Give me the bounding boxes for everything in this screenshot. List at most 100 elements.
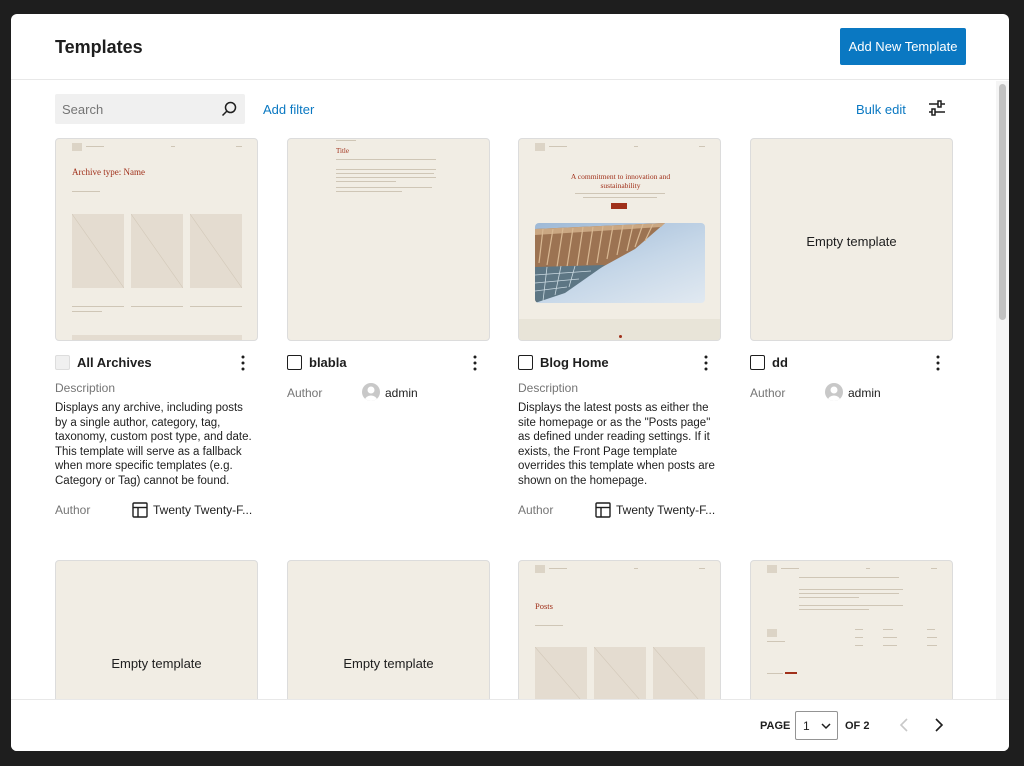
preview-text — [336, 169, 436, 170]
preview-footer-text — [883, 629, 893, 630]
card-title-row: Blog Home — [518, 353, 721, 373]
more-actions-icon[interactable] — [472, 354, 478, 372]
preview-site-title — [86, 146, 104, 147]
preview-footer-text — [767, 673, 783, 674]
search-icon[interactable] — [221, 101, 237, 117]
preview-site-title — [781, 568, 799, 569]
preview-footer-text — [927, 645, 937, 646]
view-options-icon[interactable] — [928, 99, 946, 117]
preview-site-logo — [535, 565, 545, 573]
theme-layout-icon — [132, 502, 148, 518]
description-label: Description — [55, 381, 116, 395]
preview-nav — [699, 568, 705, 569]
theme-layout-icon — [595, 502, 611, 518]
pagination-footer: PAGE 1 OF 2 — [11, 699, 1009, 751]
template-preview[interactable]: Empty template — [287, 560, 490, 699]
template-title[interactable]: Blog Home — [540, 355, 609, 370]
preview-nav — [699, 146, 705, 147]
bulk-edit-button[interactable]: Bulk edit — [856, 102, 906, 117]
preview-text — [336, 173, 434, 174]
select-checkbox — [55, 355, 70, 370]
add-filter-button[interactable]: Add filter — [263, 102, 314, 117]
templates-window: Templates Add New Template Add filter Bu… — [11, 14, 1009, 751]
preview-heading: Archive type: Name — [72, 167, 145, 177]
preview-image-placeholder — [593, 646, 646, 699]
description-label: Description — [518, 381, 579, 395]
preview-text — [131, 306, 183, 307]
more-actions-icon[interactable] — [935, 354, 941, 372]
preview-heading: A commitment to innovation and sustainab… — [570, 172, 671, 190]
author-name: Twenty Twenty-F... — [153, 503, 253, 517]
toolbar: Add filter Bulk edit — [11, 81, 1009, 137]
preview-text — [336, 177, 436, 178]
template-preview[interactable]: Archive type: Name — [55, 138, 258, 341]
template-title[interactable]: blabla — [309, 355, 347, 370]
preview-text — [190, 306, 242, 307]
template-preview[interactable]: Posts — [518, 560, 721, 699]
template-title[interactable]: All Archives — [77, 355, 152, 370]
preview-site-title — [336, 140, 356, 141]
chevron-down-icon — [821, 723, 831, 730]
preview-text — [583, 197, 657, 198]
preview-text — [336, 181, 396, 182]
preview-site-logo — [767, 565, 777, 573]
page-select[interactable]: 1 — [795, 711, 838, 740]
page-label: PAGE — [760, 720, 791, 732]
preview-site-logo — [72, 143, 82, 151]
preview-footer-link — [785, 672, 797, 674]
author-name: admin — [848, 386, 881, 400]
more-actions-icon[interactable] — [240, 354, 246, 372]
preview-footer-text — [927, 637, 937, 638]
template-preview[interactable]: A commitment to innovation and sustainab… — [518, 138, 721, 341]
search-input[interactable] — [55, 94, 215, 124]
template-preview[interactable] — [750, 560, 953, 699]
preview-text — [799, 577, 899, 578]
preview-image-placeholder — [130, 213, 184, 289]
scrollbar-thumb[interactable] — [999, 84, 1006, 320]
card-title-row: All Archives — [55, 353, 258, 373]
preview-button — [611, 203, 627, 209]
template-preview[interactable]: Title — [287, 138, 490, 341]
preview-text — [799, 609, 869, 610]
next-page-icon[interactable] — [929, 716, 947, 734]
preview-footer-logo — [767, 629, 777, 637]
select-checkbox[interactable] — [750, 355, 765, 370]
preview-nav — [931, 568, 937, 569]
template-preview[interactable]: Empty template — [55, 560, 258, 699]
select-checkbox[interactable] — [287, 355, 302, 370]
author-label: Author — [750, 386, 786, 400]
preview-site-title — [549, 568, 567, 569]
author-name: Twenty Twenty-F... — [616, 503, 716, 517]
previous-page-icon[interactable] — [896, 716, 914, 734]
card-title-row: dd — [750, 353, 953, 373]
select-checkbox[interactable] — [518, 355, 533, 370]
preview-footer-text — [883, 645, 897, 646]
total-pages-label: OF 2 — [845, 720, 870, 732]
preview-footer-text — [855, 629, 863, 630]
preview-text — [535, 625, 563, 626]
preview-text — [336, 159, 436, 160]
author-name: admin — [385, 386, 418, 400]
preview-text — [799, 605, 903, 606]
preview-heading: Title — [336, 147, 349, 155]
scrollbar[interactable] — [996, 81, 1009, 699]
preview-image-placeholder — [71, 213, 125, 289]
template-preview[interactable]: Empty template — [750, 138, 953, 341]
preview-site-logo — [535, 143, 545, 151]
preview-text — [799, 593, 899, 594]
preview-text — [799, 597, 859, 598]
author-label: Author — [518, 503, 554, 517]
preview-text — [575, 193, 665, 194]
empty-template-label: Empty template — [111, 656, 202, 671]
preview-image-placeholder — [534, 646, 587, 699]
preview-nav — [236, 146, 242, 147]
more-actions-icon[interactable] — [703, 354, 709, 372]
preview-text — [72, 311, 102, 312]
preview-nav — [634, 568, 638, 569]
empty-template-label: Empty template — [806, 234, 897, 249]
template-title[interactable]: dd — [772, 355, 788, 370]
add-new-template-button[interactable]: Add New Template — [840, 28, 966, 65]
preview-image-placeholder — [652, 646, 705, 699]
template-description: Displays the latest posts as either the … — [518, 402, 715, 487]
preview-text — [72, 191, 100, 192]
